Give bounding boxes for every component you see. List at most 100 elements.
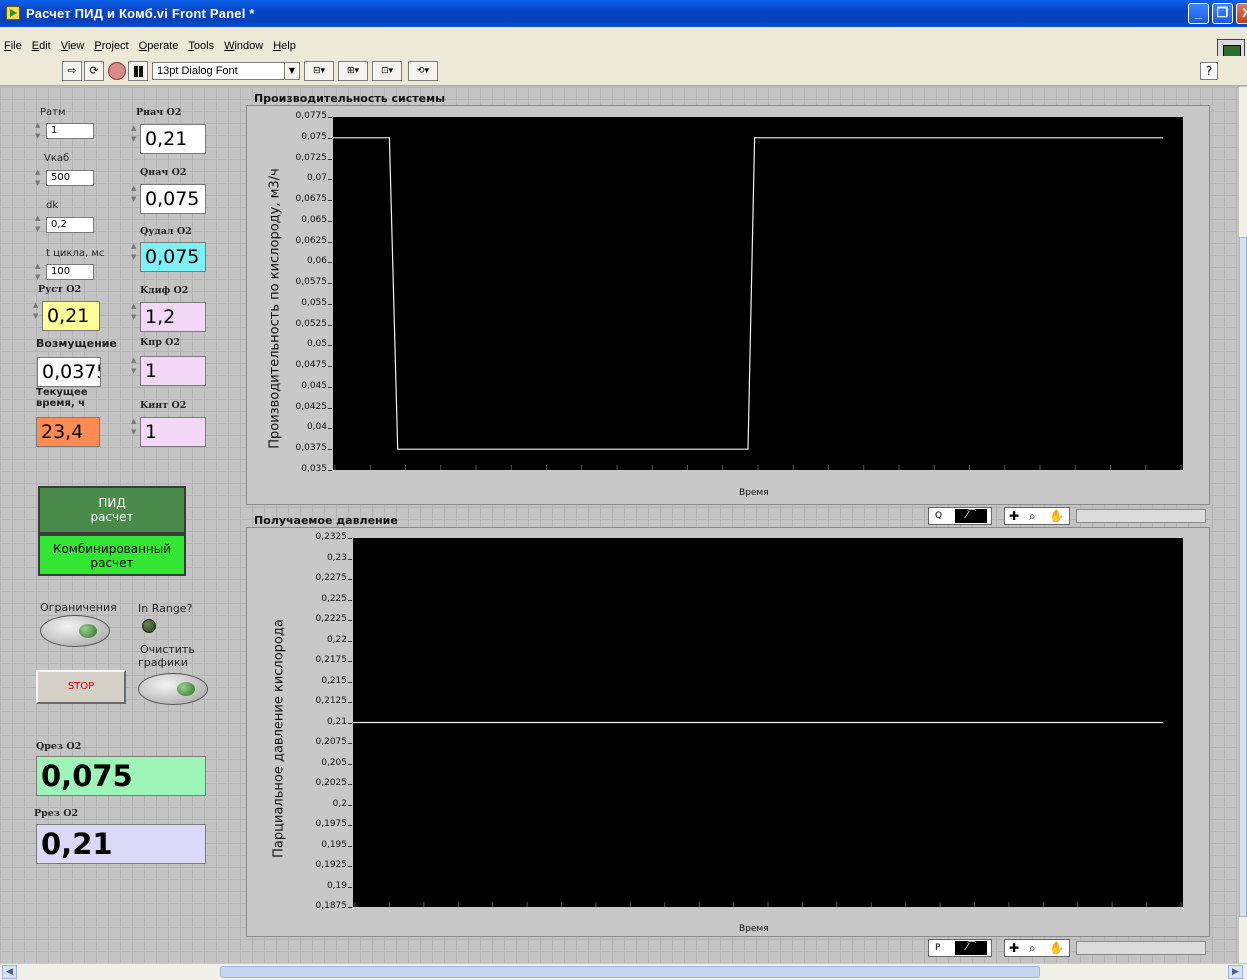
reorder-icon[interactable]: ⟲▾: [408, 61, 438, 81]
limits-toggle[interactable]: [40, 615, 110, 647]
pust-spinner-icon[interactable]: [32, 301, 42, 322]
graph1-pan-tool-icon[interactable]: ✋: [1049, 509, 1064, 523]
kint-spinner-icon[interactable]: [130, 417, 140, 438]
pid-calc-button[interactable]: ПИД расчет: [38, 486, 186, 534]
graph2-plot-area[interactable]: [353, 538, 1183, 907]
graph1-legend-label: Q: [935, 511, 943, 521]
y-tick-mark: [348, 579, 352, 580]
y-tick-label: 0,225: [321, 593, 347, 604]
dk-spinner-icon[interactable]: [34, 214, 44, 235]
scroll-left-arrow-icon[interactable]: ◀: [2, 965, 17, 979]
run-arrow-icon[interactable]: ⇨: [62, 61, 82, 81]
pres-label: Pрез O2: [34, 808, 79, 819]
context-help-button[interactable]: ?: [1200, 62, 1218, 80]
disturbance-input[interactable]: 0,0375: [37, 357, 101, 387]
qnach-spinner-icon[interactable]: [130, 184, 140, 205]
y-tick-label: 0,2225: [315, 614, 348, 624]
dk-label: dk: [46, 200, 59, 211]
qnach-input[interactable]: 0,075: [140, 184, 206, 214]
horizontal-scroll-thumb[interactable]: [220, 966, 1040, 978]
vertical-scroll-thumb[interactable]: [1239, 237, 1247, 917]
font-select[interactable]: 13pt Dialog Font: [152, 62, 290, 80]
y-tick-mark: [328, 449, 332, 451]
menu-window[interactable]: Window: [224, 40, 263, 56]
y-tick-mark: [328, 117, 332, 118]
combined-calc-line1: Комбинированный: [52, 542, 172, 556]
graph1-y-axis-label: Производительность по кислороду, м3/ч: [267, 168, 283, 449]
title-bar: Расчет ПИД и Комб.vi Front Panel * _ ❐ X: [0, 0, 1247, 27]
vkab-input[interactable]: 500: [46, 170, 94, 186]
kint-input[interactable]: 1: [140, 417, 206, 447]
graph1-title: Производительность системы: [254, 92, 446, 105]
align-objects-icon[interactable]: ⊟▾: [304, 61, 334, 81]
patm-input[interactable]: 1: [46, 123, 94, 139]
qudal-spinner-icon[interactable]: [130, 242, 140, 263]
scroll-right-arrow-icon[interactable]: ▶: [1228, 965, 1243, 979]
maximize-button[interactable]: ❐: [1212, 3, 1233, 24]
graph2-title: Получаемое давление: [254, 514, 398, 527]
y-tick-label: 0,215: [321, 675, 347, 686]
tcycle-spinner-icon[interactable]: [34, 262, 44, 283]
abort-execution-icon[interactable]: [108, 62, 126, 80]
kpr-spinner-icon[interactable]: [130, 356, 140, 377]
y-tick-label: 0,0775: [295, 111, 328, 121]
run-continuously-icon[interactable]: ⟳: [84, 61, 104, 81]
y-tick-label: 0,1975: [315, 819, 348, 829]
y-tick-mark: [328, 324, 332, 326]
distribute-objects-icon[interactable]: ⊞▾: [338, 61, 368, 81]
y-tick-label: 0,205: [321, 757, 347, 768]
kdif-spinner-icon[interactable]: [130, 302, 140, 323]
qudal-input[interactable]: 0,075: [140, 242, 206, 272]
resize-objects-icon[interactable]: ⊡▾: [372, 61, 402, 81]
menu-file[interactable]: File: [4, 40, 22, 56]
graph1-x-scrollbar[interactable]: [1076, 509, 1206, 523]
close-button[interactable]: X: [1236, 3, 1247, 24]
graph2-cursor-tool-icon[interactable]: ✚: [1009, 941, 1019, 955]
kdif-label: Kдиф O2: [140, 285, 189, 296]
menu-view[interactable]: View: [61, 40, 85, 56]
clear-graphs-toggle[interactable]: [138, 673, 208, 705]
dk-input[interactable]: 0,2: [46, 217, 94, 233]
graph2-plot-legend[interactable]: P ⁄⁀: [928, 939, 992, 957]
y-tick-mark: [348, 640, 352, 642]
current-time-indicator: 23,4: [36, 417, 100, 447]
menu-project[interactable]: Project: [94, 40, 128, 56]
graph2-frame: 0,1875 0,19 0,1925 0,195 0,1975 0,2 0,2025 0,20…: [246, 527, 1210, 937]
stop-button[interactable]: STOP: [36, 670, 126, 704]
graph1-zoom-tool-icon[interactable]: ⌕: [1029, 509, 1036, 524]
patm-spinner-icon[interactable]: [34, 121, 44, 142]
kpr-input[interactable]: 1: [140, 356, 206, 386]
y-tick-mark: [348, 620, 352, 621]
menu-edit[interactable]: Edit: [32, 40, 51, 56]
y-tick-mark: [328, 386, 332, 388]
graph2-pan-tool-icon[interactable]: ✋: [1049, 941, 1064, 955]
pust-input[interactable]: 0,21: [42, 301, 100, 331]
menu-tools[interactable]: Tools: [188, 40, 214, 56]
tcycle-label: t цикла, мс: [46, 248, 105, 259]
tcycle-input[interactable]: 100: [46, 264, 94, 280]
menu-help[interactable]: Help: [273, 40, 296, 56]
graph1-plot-legend[interactable]: Q ⁄⁀: [928, 507, 992, 525]
minimize-button[interactable]: _: [1188, 3, 1209, 24]
kdif-input[interactable]: 1,2: [140, 302, 206, 332]
graph1-cursor-tool-icon[interactable]: ✚: [1009, 509, 1019, 523]
pnach-input[interactable]: 0,21: [140, 124, 206, 154]
y-tick-mark: [348, 538, 352, 539]
graph2-x-scrollbar[interactable]: [1076, 941, 1206, 955]
graph1-plot-area[interactable]: [333, 117, 1183, 470]
graph2-zoom-tool-icon[interactable]: ⌕: [1029, 941, 1036, 956]
graph1-palette: ✚ ⌕ ✋: [1004, 507, 1070, 525]
pnach-spinner-icon[interactable]: [130, 124, 140, 145]
y-tick-label: 0,22: [326, 634, 347, 645]
font-dropdown-arrow-icon[interactable]: ▼: [284, 62, 300, 80]
pause-icon[interactable]: [128, 61, 148, 81]
y-tick-label: 0,2: [332, 798, 347, 809]
horizontal-scrollbar[interactable]: ◀ ▶: [0, 963, 1247, 980]
y-tick-label: 0,2325: [315, 532, 348, 542]
vkab-spinner-icon[interactable]: [34, 168, 44, 189]
y-tick-mark: [348, 825, 352, 826]
menu-operate[interactable]: Operate: [139, 40, 179, 56]
vertical-scrollbar[interactable]: [1238, 87, 1247, 963]
combined-calc-button[interactable]: Комбинированный расчет: [38, 534, 186, 576]
clear-graphs-label-2: графики: [138, 656, 188, 669]
